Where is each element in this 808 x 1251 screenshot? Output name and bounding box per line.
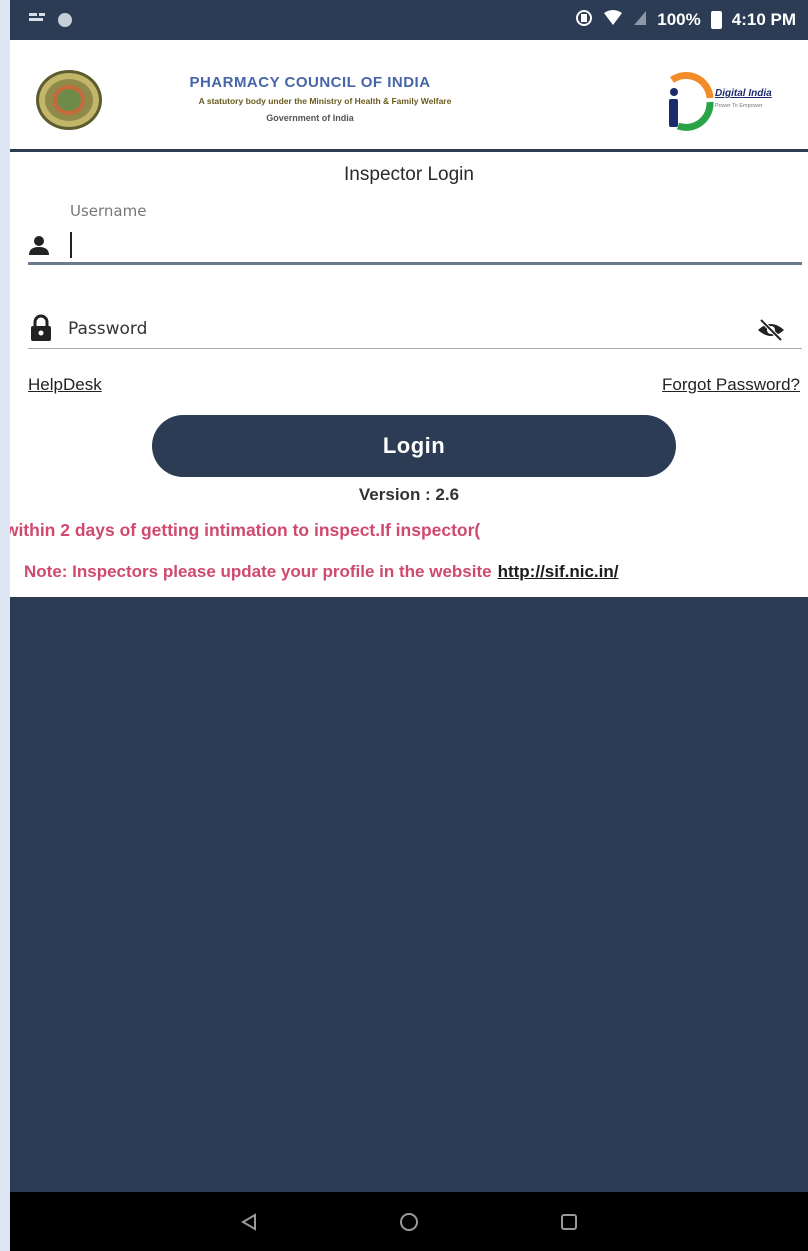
org-government: Government of India <box>266 113 354 123</box>
org-title: PHARMACY COUNCIL OF INDIA <box>189 74 431 91</box>
pci-emblem-icon <box>36 70 102 130</box>
note-text: Note: Inspectors please update your prof… <box>24 562 492 581</box>
wifi-icon <box>603 9 623 31</box>
battery-icon <box>710 11 722 29</box>
app-header: PHARMACY COUNCIL OF INDIA A statutory bo… <box>10 40 808 152</box>
login-card: PHARMACY COUNCIL OF INDIA A statutory bo… <box>10 40 808 597</box>
password-input[interactable] <box>68 316 748 342</box>
battery-level: 100% <box>657 10 701 29</box>
back-button[interactable] <box>234 1207 264 1237</box>
signal-icon <box>633 10 647 31</box>
recents-square-icon <box>561 1213 577 1230</box>
forgot-password-link[interactable]: Forgot Password? <box>662 375 800 395</box>
digital-india-tagline: Power To Empower <box>715 103 763 109</box>
navigation-bar <box>10 1192 808 1251</box>
helpdesk-link[interactable]: HelpDesk <box>28 375 102 395</box>
username-input[interactable] <box>76 230 796 260</box>
digital-india-icon <box>669 71 714 131</box>
org-subtitle: A statutory body under the Ministry of H… <box>198 96 452 106</box>
username-label: Username <box>70 202 147 220</box>
sif-website-link[interactable]: http://sif.nic.in/ <box>498 562 619 581</box>
sync-icon <box>58 13 72 27</box>
marquee-text: Inspector's to reject inspection within … <box>10 520 481 540</box>
clock: 4:10 PM <box>731 10 796 29</box>
status-right: 100% 4:10 PM <box>575 9 796 32</box>
notification-icon <box>28 10 48 30</box>
person-icon <box>29 236 49 255</box>
password-underline <box>28 348 802 349</box>
app-screen: 100% 4:10 PM PHARMACY COUNCIL OF INDIA A… <box>10 0 808 1251</box>
username-underline <box>28 262 802 265</box>
status-bar: 100% 4:10 PM <box>10 0 808 40</box>
vibrate-icon <box>575 9 593 32</box>
text-cursor <box>70 232 72 258</box>
digital-india-text: Digital India <box>715 88 772 99</box>
back-triangle-icon <box>241 1212 256 1231</box>
version-label: Version : 2.6 <box>358 485 460 504</box>
recents-button[interactable] <box>554 1207 584 1237</box>
status-left <box>28 10 72 30</box>
home-button[interactable] <box>394 1207 424 1237</box>
digital-india-logo: Digital India Power To Empower <box>652 68 802 132</box>
notice-marquee: Inspector's to reject inspection within … <box>10 520 808 546</box>
page-title: Inspector Login <box>344 164 474 185</box>
profile-note: Note: Inspectors please update your prof… <box>24 562 618 582</box>
visibility-off-icon[interactable] <box>756 318 786 342</box>
lock-icon <box>31 314 51 341</box>
home-circle-icon <box>400 1212 418 1231</box>
login-button[interactable]: Login <box>152 415 676 477</box>
